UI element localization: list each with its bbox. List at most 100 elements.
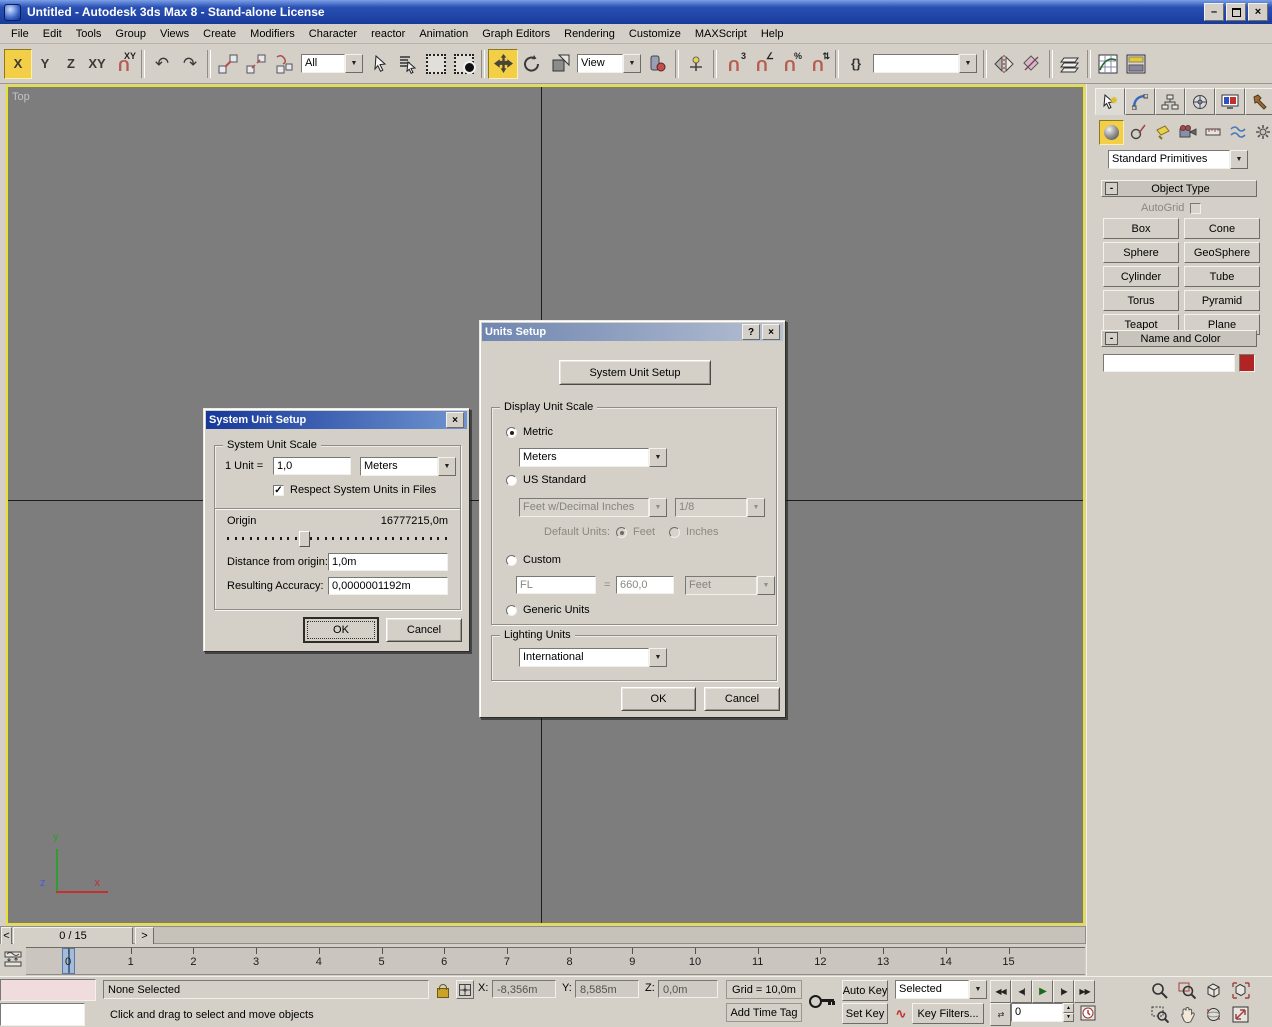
distance-value-field[interactable]: 1,0m xyxy=(328,553,448,571)
space-warps-button[interactable] xyxy=(1226,120,1249,143)
edit-named-selection-sets-button[interactable]: {} xyxy=(842,50,870,78)
custom-radio[interactable] xyxy=(506,555,517,566)
spinner-snap-toggle-button[interactable]: U⇅ xyxy=(804,50,832,78)
arc-rotate-button[interactable] xyxy=(1200,1003,1227,1025)
zoom-button[interactable] xyxy=(1146,979,1173,1001)
dropdown-arrow-icon[interactable]: ▼ xyxy=(969,980,987,999)
shapes-button[interactable] xyxy=(1126,120,1149,143)
object-type-button[interactable]: Cylinder xyxy=(1103,266,1179,287)
percent-snap-toggle-button[interactable]: U% xyxy=(776,50,804,78)
object-type-button[interactable]: GeoSphere xyxy=(1184,242,1260,263)
select-and-rotate-button[interactable] xyxy=(518,50,546,78)
object-name-input[interactable] xyxy=(1103,354,1235,372)
collapse-icon[interactable]: - xyxy=(1105,182,1118,195)
unit-type-dropdown[interactable]: Meters ▼ xyxy=(360,457,456,476)
mirror-button[interactable] xyxy=(990,50,1018,78)
go-to-end-button[interactable]: ▶▶ xyxy=(1074,980,1095,1003)
dropdown-arrow-icon[interactable]: ▼ xyxy=(959,54,977,73)
render-setup-button[interactable] xyxy=(1122,50,1150,78)
zoom-all-button[interactable] xyxy=(1173,979,1200,1001)
redo-button[interactable]: ↷ xyxy=(176,50,204,78)
respect-units-checkbox[interactable]: ✓ xyxy=(273,485,284,496)
lights-button[interactable] xyxy=(1151,120,1174,143)
metric-radio[interactable] xyxy=(506,427,517,438)
origin-slider-track[interactable] xyxy=(227,537,447,540)
set-key-button[interactable]: Set Key xyxy=(842,1003,888,1024)
menu-item[interactable]: Create xyxy=(196,26,243,42)
play-button[interactable]: ▶ xyxy=(1032,980,1053,1003)
frame-spinner[interactable]: ▲ ▼ xyxy=(1063,1003,1074,1022)
unlink-selection-button[interactable] xyxy=(242,50,270,78)
bind-to-space-warp-button[interactable] xyxy=(270,50,298,78)
spinner-down-icon[interactable]: ▼ xyxy=(1063,1013,1074,1023)
create-tab[interactable] xyxy=(1095,88,1125,115)
current-frame-field[interactable]: 0 xyxy=(1011,1003,1063,1022)
units-ok-button[interactable]: OK xyxy=(621,687,696,711)
maxscript-listener-field[interactable] xyxy=(0,1003,85,1026)
display-tab[interactable] xyxy=(1215,88,1245,115)
min-max-toggle-button[interactable] xyxy=(1227,1003,1254,1025)
geometry-category-dropdown[interactable]: Standard Primitives ▼ xyxy=(1108,150,1248,169)
hierarchy-tab[interactable] xyxy=(1155,88,1185,115)
default-in-out-tangents-button[interactable]: ∿ xyxy=(892,1003,910,1024)
object-color-swatch[interactable] xyxy=(1239,354,1255,372)
zoom-region-button[interactable] xyxy=(1146,1003,1173,1025)
dropdown-arrow-icon[interactable]: ▼ xyxy=(649,648,667,667)
object-type-rollout-header[interactable]: - Object Type xyxy=(1101,180,1257,197)
help-button[interactable]: ? xyxy=(742,324,760,340)
cameras-button[interactable] xyxy=(1176,120,1199,143)
open-mini-curve-editor-button[interactable] xyxy=(4,950,22,968)
lighting-units-dropdown[interactable]: International ▼ xyxy=(519,648,667,667)
helpers-button[interactable] xyxy=(1201,120,1224,143)
set-keys-button[interactable] xyxy=(808,991,836,1009)
geometry-button[interactable] xyxy=(1099,120,1124,145)
select-object-button[interactable] xyxy=(366,50,394,78)
object-type-button[interactable]: Sphere xyxy=(1103,242,1179,263)
spinner-up-icon[interactable]: ▲ xyxy=(1063,1003,1074,1013)
selection-lock-toggle[interactable] xyxy=(436,981,450,999)
system-unit-cancel-button[interactable]: Cancel xyxy=(386,618,462,642)
collapse-icon[interactable]: - xyxy=(1105,332,1118,345)
undo-button[interactable]: ↶ xyxy=(148,50,176,78)
absolute-offset-mode-toggle[interactable] xyxy=(456,980,474,999)
close-button[interactable]: × xyxy=(1248,3,1268,21)
snap-axis-constraint-button[interactable]: UXY xyxy=(110,50,138,78)
origin-slider-handle[interactable] xyxy=(299,531,310,547)
time-slider-frame-button[interactable]: 0 / 15 xyxy=(13,927,133,945)
menu-item[interactable]: File xyxy=(4,26,36,42)
object-type-button[interactable]: Cone xyxy=(1184,218,1260,239)
use-center-flyout-button[interactable] xyxy=(644,50,672,78)
snap-toggle-3d-button[interactable]: U3 xyxy=(720,50,748,78)
key-mode-toggle-button[interactable]: ⇄ xyxy=(990,1003,1011,1026)
pan-button[interactable] xyxy=(1173,1003,1200,1025)
selection-filter-dropdown[interactable]: All ▼ xyxy=(301,54,363,73)
zoom-extents-button[interactable] xyxy=(1200,979,1227,1001)
select-and-scale-button[interactable] xyxy=(546,50,574,78)
menu-item[interactable]: Customize xyxy=(622,26,688,42)
metric-unit-dropdown[interactable]: Meters ▼ xyxy=(519,448,667,467)
name-color-rollout-header[interactable]: - Name and Color xyxy=(1101,330,1257,347)
x-coordinate-field[interactable]: -8,356m xyxy=(492,980,556,998)
dropdown-arrow-icon[interactable]: ▼ xyxy=(649,448,667,467)
previous-frame-slider-button[interactable]: < xyxy=(1,927,12,945)
next-frame-slider-button[interactable]: > xyxy=(135,927,154,945)
dropdown-arrow-icon[interactable]: ▼ xyxy=(1230,150,1248,169)
named-selection-sets-dropdown[interactable]: ▼ xyxy=(873,54,977,73)
x-constraint-button[interactable]: X xyxy=(4,49,32,79)
object-type-button[interactable]: Torus xyxy=(1103,290,1179,311)
menu-item[interactable]: reactor xyxy=(364,26,412,42)
menu-item[interactable]: Views xyxy=(153,26,196,42)
viewport-label[interactable]: Top xyxy=(12,91,30,103)
units-cancel-button[interactable]: Cancel xyxy=(704,687,780,711)
y-constraint-button[interactable]: Y xyxy=(32,50,58,78)
dropdown-arrow-icon[interactable]: ▼ xyxy=(345,54,363,73)
layer-manager-button[interactable] xyxy=(1056,50,1084,78)
maxscript-macro-recorder-field[interactable] xyxy=(0,979,96,1001)
curve-editor-button[interactable] xyxy=(1094,50,1122,78)
menu-item[interactable]: Tools xyxy=(69,26,109,42)
object-type-button[interactable]: Pyramid xyxy=(1184,290,1260,311)
menu-item[interactable]: MAXScript xyxy=(688,26,754,42)
xy-plane-constraint-button[interactable]: XY xyxy=(84,50,110,78)
system-unit-setup-button[interactable]: System Unit Setup xyxy=(559,360,711,385)
close-button[interactable]: × xyxy=(762,324,780,340)
